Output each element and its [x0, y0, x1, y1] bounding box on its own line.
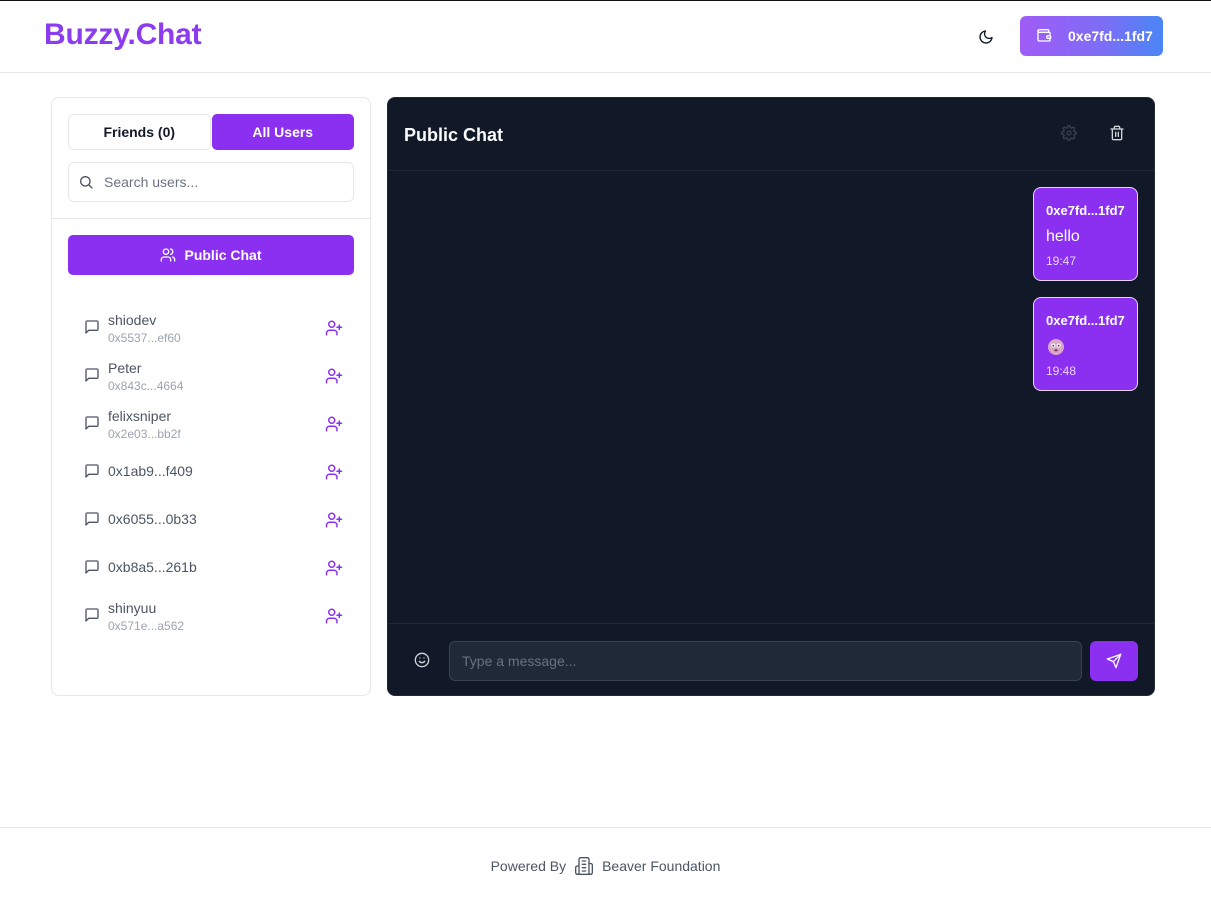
list-item[interactable]: Peter 0x843c...4664 [68, 350, 354, 398]
wallet-icon [1036, 27, 1054, 45]
divider [52, 218, 370, 219]
send-icon [1106, 653, 1122, 669]
message-list: 0xe7fd...1fd7 hello 19:47 0xe7fd...1fd7 … [388, 172, 1154, 624]
message-sender: 0xe7fd...1fd7 [1046, 203, 1125, 218]
sidebar-tabs: Friends (0) All Users [68, 114, 354, 150]
message-composer [388, 623, 1154, 695]
message-square-icon [84, 415, 100, 431]
smile-icon[interactable] [414, 652, 432, 670]
list-item[interactable]: felixsniper 0x2e03...bb2f [68, 398, 354, 446]
wallet-address: 0xe7fd...1fd7 [1068, 28, 1153, 44]
user-address: 0x2e03...bb2f [108, 427, 181, 441]
user-name: shinyuu [108, 600, 157, 616]
app-header: Buzzy.Chat 0xe7fd...1fd7 [0, 1, 1211, 73]
face-emoji-icon [1047, 338, 1065, 356]
powered-by-label: Powered By [490, 857, 567, 874]
user-name: 0x6055...0b33 [108, 511, 197, 527]
list-item[interactable]: 0x6055...0b33 [68, 494, 354, 542]
trash-icon[interactable] [1109, 125, 1127, 143]
list-item[interactable]: 0xb8a5...261b [68, 542, 354, 590]
user-plus-icon[interactable] [325, 559, 343, 577]
chat-panel: Public Chat 0xe7fd...1fd7 hello 19:47 0x… [387, 97, 1155, 696]
chat-title: Public Chat [404, 125, 504, 145]
message-bubble: 0xe7fd...1fd7 19:48 [1033, 297, 1138, 391]
user-address: 0x843c...4664 [108, 379, 184, 393]
user-name: felixsniper [108, 408, 172, 424]
search-icon [78, 174, 94, 190]
send-button[interactable] [1090, 641, 1138, 681]
message-time: 19:48 [1046, 364, 1077, 378]
user-list: shiodev 0x5537...ef60 Peter 0x843c...466… [68, 302, 354, 638]
user-name: shiodev [108, 312, 157, 328]
message-square-icon [84, 559, 100, 575]
message-square-icon [84, 367, 100, 383]
list-item[interactable]: 0x1ab9...f409 [68, 446, 354, 494]
wallet-button[interactable]: 0xe7fd...1fd7 [1020, 16, 1163, 56]
footer: Powered By Beaver Foundation [0, 827, 1211, 903]
message-bubble: 0xe7fd...1fd7 hello 19:47 [1033, 187, 1138, 281]
tab-friends[interactable]: Friends (0) [68, 114, 211, 150]
user-name: Peter [108, 360, 142, 376]
user-plus-icon[interactable] [325, 511, 343, 529]
users-icon [160, 247, 176, 263]
message-text: hello [1046, 228, 1080, 245]
user-plus-icon[interactable] [325, 415, 343, 433]
user-plus-icon[interactable] [325, 463, 343, 481]
message-square-icon [84, 511, 100, 527]
settings-icon[interactable] [1061, 125, 1079, 143]
search-input[interactable] [104, 174, 344, 190]
user-plus-icon[interactable] [325, 367, 343, 385]
brand-logo[interactable]: Buzzy.Chat [44, 18, 202, 52]
public-chat-button[interactable]: Public Chat [68, 235, 354, 275]
message-sender: 0xe7fd...1fd7 [1046, 313, 1125, 328]
sidebar: Friends (0) All Users Public Chat shiode… [51, 97, 371, 696]
search-box [68, 162, 354, 202]
message-square-icon [84, 463, 100, 479]
public-chat-label: Public Chat [184, 247, 262, 263]
moon-icon [978, 29, 994, 45]
user-address: 0x571e...a562 [108, 619, 185, 633]
chat-header: Public Chat [388, 98, 1154, 171]
org-name[interactable]: Beaver Foundation [602, 858, 720, 874]
message-square-icon [84, 319, 100, 335]
user-plus-icon[interactable] [325, 607, 343, 625]
user-name: 0x1ab9...f409 [108, 463, 193, 479]
user-address: 0x5537...ef60 [108, 331, 181, 345]
list-item[interactable]: shiodev 0x5537...ef60 [68, 302, 354, 350]
user-name: 0xb8a5...261b [108, 559, 197, 575]
message-time: 19:47 [1046, 254, 1077, 268]
building-icon [574, 856, 594, 876]
tab-all-users[interactable]: All Users [211, 114, 354, 150]
message-square-icon [84, 607, 100, 623]
list-item[interactable]: shinyuu 0x571e...a562 [68, 590, 354, 638]
message-input[interactable] [449, 641, 1082, 681]
user-plus-icon[interactable] [325, 319, 343, 337]
theme-toggle-button[interactable] [970, 21, 1002, 53]
